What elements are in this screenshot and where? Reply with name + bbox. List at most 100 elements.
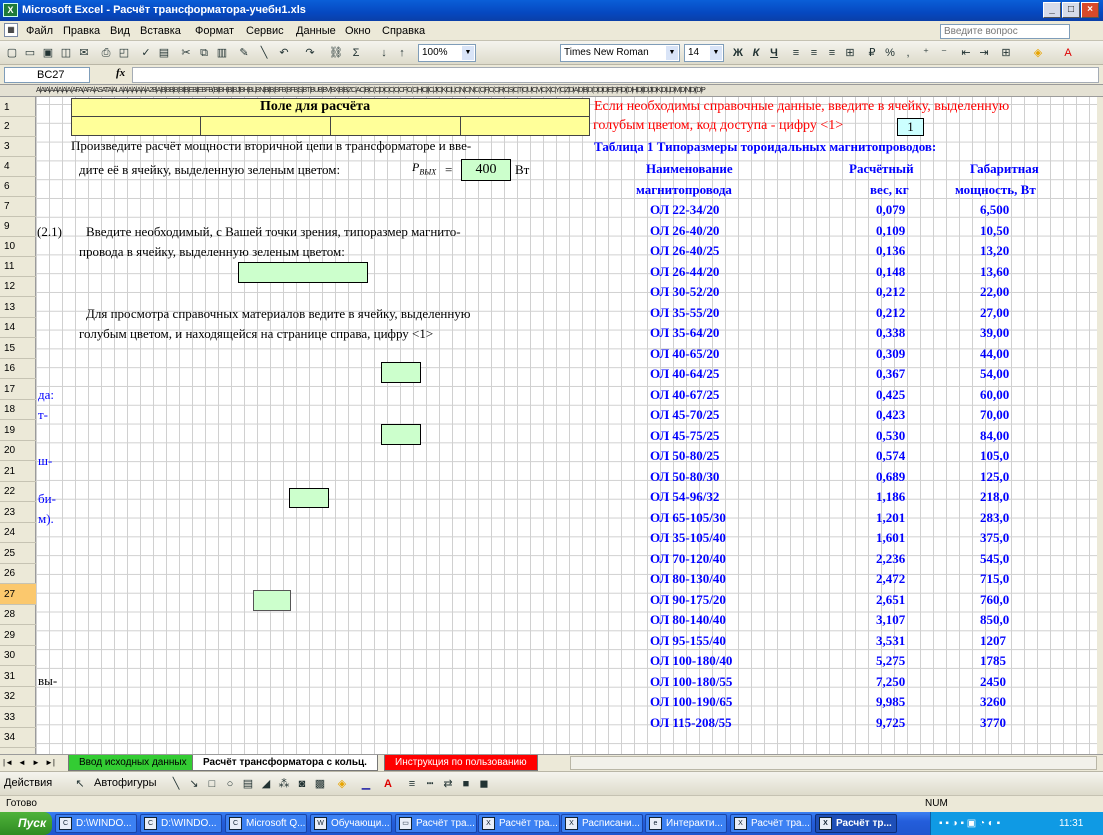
clipart-icon[interactable]: ◙ xyxy=(294,776,310,792)
increase-indent-icon[interactable]: ⇥ xyxy=(976,45,992,61)
tab-instructions[interactable]: Инструкция по пользованию xyxy=(384,755,538,771)
format-painter-icon[interactable]: ✎ xyxy=(236,45,252,61)
oval-tool-icon[interactable]: ○ xyxy=(222,776,238,792)
input-box-row16[interactable] xyxy=(381,362,421,383)
start-button[interactable]: Пуск xyxy=(0,812,52,835)
taskbar-task[interactable]: X Расписани... xyxy=(561,814,643,833)
paste-icon[interactable]: ▥ xyxy=(214,45,230,61)
taskbar-task[interactable]: C Microsoft Q... xyxy=(225,814,307,833)
decrease-decimal-icon[interactable]: ⁻ xyxy=(936,45,952,61)
undo-icon[interactable]: ↶ xyxy=(276,45,292,61)
font-name-select[interactable]: Times New Roman ▼ xyxy=(560,44,680,62)
autosum-icon[interactable]: Σ xyxy=(348,45,364,61)
menu-data[interactable]: Данные xyxy=(296,25,336,37)
fx-icon[interactable]: fx xyxy=(116,67,125,79)
decrease-indent-icon[interactable]: ⇤ xyxy=(958,45,974,61)
save-icon[interactable]: ▣ xyxy=(40,45,56,61)
underline-button[interactable]: Ч xyxy=(766,45,782,61)
shadow-icon[interactable]: ■ xyxy=(458,776,474,792)
taskbar-task[interactable]: e Интеракти... xyxy=(645,814,727,833)
hyperlink-icon[interactable]: ⛓ xyxy=(328,45,344,61)
fill-color-icon[interactable]: ◈ xyxy=(1030,45,1046,61)
merge-center-icon[interactable]: ⊞ xyxy=(842,45,858,61)
italic-button[interactable]: К xyxy=(748,45,764,61)
document-icon[interactable]: ▦ xyxy=(4,23,18,37)
copy-icon[interactable]: ⧉ xyxy=(196,45,212,61)
align-center-icon[interactable]: ≡ xyxy=(806,45,822,61)
dash-style-icon[interactable]: ┅ xyxy=(422,776,438,792)
spelling-icon[interactable]: ✓ xyxy=(138,45,154,61)
maximize-button[interactable]: □ xyxy=(1062,2,1080,18)
line-tool-icon[interactable]: ╲ xyxy=(168,776,184,792)
menu-insert[interactable]: Вставка xyxy=(140,25,181,37)
menu-help[interactable]: Справка xyxy=(382,25,425,37)
last-sheet-icon[interactable]: ►| xyxy=(44,757,56,769)
minimize-button[interactable]: _ xyxy=(1043,2,1061,18)
p-out-input[interactable]: 400 xyxy=(461,159,511,181)
tray-icons[interactable]: ▪ ▪ ◑ ▪ ▣ ◔ ◐ ▪ xyxy=(939,812,1000,835)
taskbar-task[interactable]: C D:\WINDO... xyxy=(55,814,137,833)
3d-icon[interactable]: ◼ xyxy=(476,776,492,792)
taskbar-task[interactable]: X Расчёт тра... xyxy=(478,814,560,833)
access-code-input[interactable]: 1 xyxy=(897,118,924,136)
menu-view[interactable]: Вид xyxy=(110,25,130,37)
percent-icon[interactable]: % xyxy=(882,45,898,61)
first-sheet-icon[interactable]: |◄ xyxy=(2,757,14,769)
line-icon[interactable]: ╲ xyxy=(256,45,272,61)
name-box[interactable]: BC27 xyxy=(4,67,90,83)
new-icon[interactable]: ▢ xyxy=(4,45,20,61)
bold-button[interactable]: Ж xyxy=(730,45,746,61)
ask-question-input[interactable]: Введите вопрос xyxy=(940,24,1070,39)
input-box-row22[interactable] xyxy=(289,488,329,508)
selected-cell-bc27[interactable] xyxy=(253,590,291,611)
prev-sheet-icon[interactable]: ◄ xyxy=(16,757,28,769)
font-color-icon[interactable]: A xyxy=(1060,45,1076,61)
menu-file[interactable]: Файл xyxy=(26,25,53,37)
picture-icon[interactable]: ▩ xyxy=(312,776,328,792)
wordart-icon[interactable]: ◢ xyxy=(258,776,274,792)
zoom-select[interactable]: 100% ▼ xyxy=(418,44,476,62)
column-header[interactable]: A|AIA|AA|A|A|A(AFA(AFA|ASATA|ALA|A|A|A|A… xyxy=(0,85,1103,97)
menu-edit[interactable]: Правка xyxy=(63,25,100,37)
textbox-tool-icon[interactable]: ▤ xyxy=(240,776,256,792)
core-size-input[interactable] xyxy=(238,262,368,283)
taskbar-task[interactable]: X Расчёт тр... xyxy=(815,814,897,833)
align-right-icon[interactable]: ≡ xyxy=(824,45,840,61)
fill-color-icon[interactable]: ◈ xyxy=(334,776,350,792)
taskbar-task[interactable]: C D:\WINDO... xyxy=(140,814,222,833)
menu-tools[interactable]: Сервис xyxy=(246,25,284,37)
permission-icon[interactable]: ◫ xyxy=(58,45,74,61)
line-style-icon[interactable]: ≡ xyxy=(404,776,420,792)
font-size-select[interactable]: 14 ▼ xyxy=(684,44,724,62)
menu-format[interactable]: Формат xyxy=(195,25,234,37)
menu-window[interactable]: Окно xyxy=(345,25,371,37)
tab-input-data[interactable]: Ввод исходных данных xyxy=(68,755,198,771)
line-color-icon[interactable]: ▁ xyxy=(358,776,374,792)
taskbar-task[interactable]: ▭ Расчёт тра... xyxy=(395,814,477,833)
actions-menu[interactable]: Действия xyxy=(4,777,52,789)
research-icon[interactable]: ▤ xyxy=(156,45,172,61)
next-sheet-icon[interactable]: ► xyxy=(30,757,42,769)
font-color-icon[interactable]: A xyxy=(380,776,396,792)
taskbar-task[interactable]: X Расчёт тра... xyxy=(730,814,812,833)
rectangle-tool-icon[interactable]: □ xyxy=(204,776,220,792)
currency-icon[interactable]: ₽ xyxy=(864,45,880,61)
redo-icon[interactable]: ↷ xyxy=(302,45,318,61)
arrow-style-icon[interactable]: ⇄ xyxy=(440,776,456,792)
cut-icon[interactable]: ✂ xyxy=(178,45,194,61)
autoshapes-menu[interactable]: Автофигуры xyxy=(94,777,157,789)
sort-desc-icon[interactable]: ↑ xyxy=(394,45,410,61)
email-icon[interactable]: ✉ xyxy=(76,45,92,61)
print-icon[interactable]: ⎙ xyxy=(98,45,114,61)
tab-transformer-calc[interactable]: Расчёт трансформатора с кольц. xyxy=(192,755,378,771)
horizontal-scrollbar[interactable] xyxy=(570,756,1097,770)
select-pointer-icon[interactable]: ↖ xyxy=(72,776,88,792)
taskbar-task[interactable]: W Обучающи... xyxy=(310,814,392,833)
increase-decimal-icon[interactable]: ⁺ xyxy=(918,45,934,61)
align-left-icon[interactable]: ≡ xyxy=(788,45,804,61)
formula-input[interactable] xyxy=(132,67,1099,83)
close-button[interactable]: × xyxy=(1081,2,1099,18)
thousands-icon[interactable]: , xyxy=(900,45,916,61)
diagram-icon[interactable]: ⁂ xyxy=(276,776,292,792)
sort-asc-icon[interactable]: ↓ xyxy=(376,45,392,61)
